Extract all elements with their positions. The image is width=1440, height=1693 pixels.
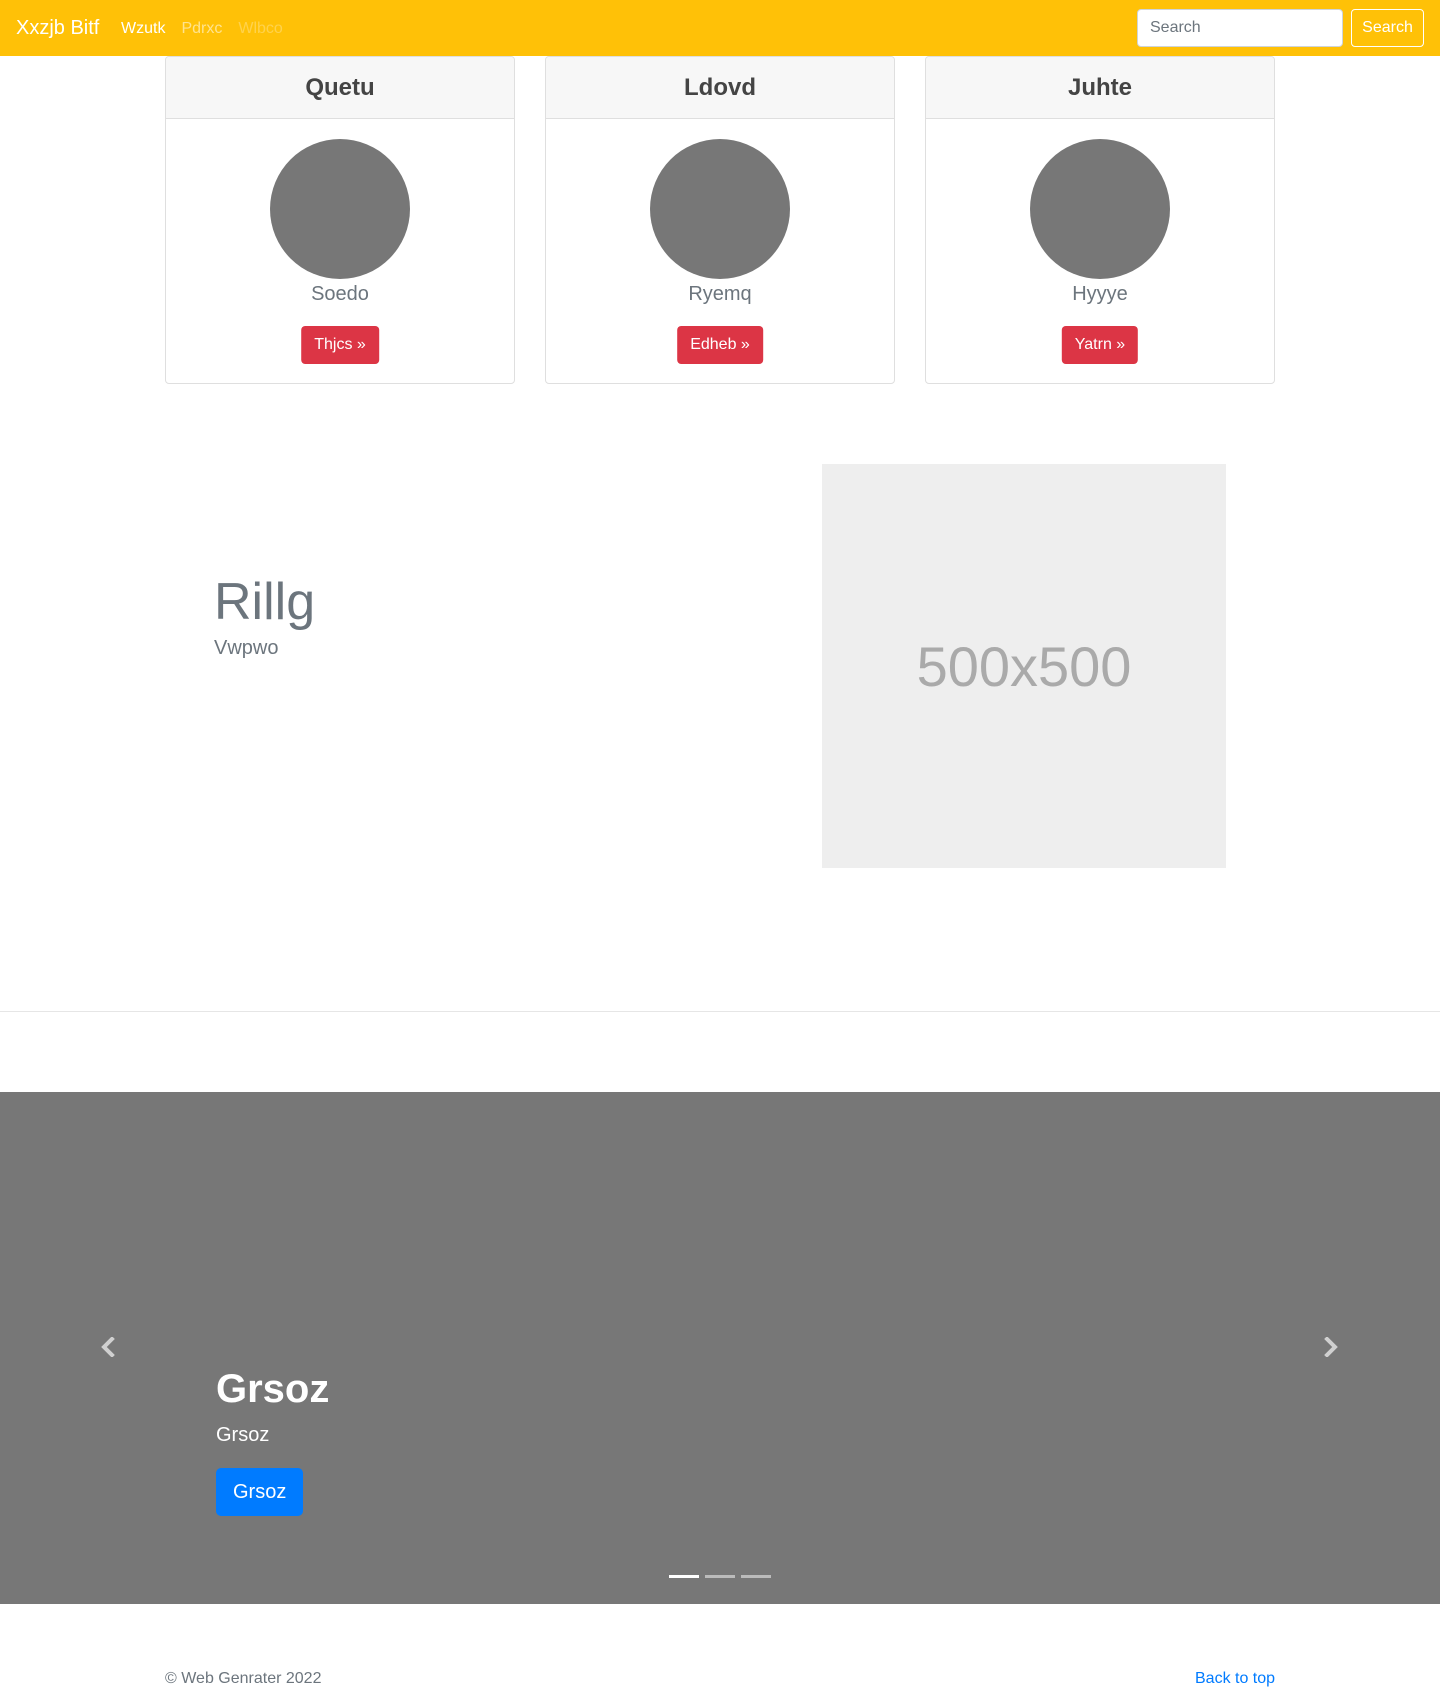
card-action-button[interactable]: Thjcs » [301, 326, 379, 364]
search-input[interactable] [1137, 9, 1343, 47]
carousel-indicator[interactable] [705, 1575, 735, 1578]
profile-card: Ldovd Ryemq Edheb » [545, 56, 895, 384]
carousel-caption-text: Grsoz [216, 1424, 270, 1446]
carousel-prev-button[interactable] [93, 1332, 123, 1362]
avatar [1030, 139, 1170, 279]
nav-link-pdrxc[interactable]: Pdrxc [181, 18, 222, 40]
card-action-button[interactable]: Yatrn » [1061, 326, 1139, 364]
card-action-button[interactable]: Edheb » [677, 326, 763, 364]
navbar-brand[interactable]: Xxzjb Bitf [16, 14, 99, 42]
search-button[interactable]: Search [1351, 9, 1424, 47]
placeholder-image-label: 500x500 [916, 634, 1132, 698]
card-title: Quetu [166, 57, 514, 119]
feature-subheading: Vwpwo [214, 637, 279, 659]
carousel-next-button[interactable] [1316, 1332, 1346, 1362]
carousel-caption-title: Grsoz [216, 1367, 330, 1411]
back-to-top-link[interactable]: Back to top [1195, 1670, 1275, 1688]
navbar: Xxzjb Bitf Wzutk Pdrxc Wlbco Search [0, 0, 1440, 56]
card-title: Ldovd [546, 57, 894, 119]
card-name: Hyyye [1072, 283, 1128, 305]
chevron-left-icon [101, 1337, 115, 1357]
card-name: Soedo [311, 283, 369, 305]
avatar [270, 139, 410, 279]
chevron-right-icon [1324, 1337, 1338, 1357]
carousel: Grsoz Grsoz Grsoz [0, 1092, 1440, 1604]
carousel-caption-button[interactable]: Grsoz [216, 1468, 304, 1516]
carousel-indicator[interactable] [669, 1575, 699, 1578]
nav-link-wzutk[interactable]: Wzutk [121, 18, 165, 40]
placeholder-image: 500x500 [822, 464, 1226, 868]
nav-links: Wzutk Pdrxc Wlbco [121, 18, 283, 40]
nav-link-wlbco: Wlbco [238, 20, 283, 37]
card-name: Ryemq [688, 283, 752, 305]
divider [0, 1011, 1440, 1012]
avatar [650, 139, 790, 279]
card-title: Juhte [926, 57, 1274, 119]
footer-copyright: © Web Genrater 2022 [165, 1670, 322, 1687]
carousel-indicators [669, 1575, 771, 1578]
carousel-indicator[interactable] [741, 1575, 771, 1578]
profile-card: Quetu Soedo Thjcs » [165, 56, 515, 384]
profile-card: Juhte Hyyye Yatrn » [925, 56, 1275, 384]
feature-heading: Rillg [214, 573, 316, 631]
